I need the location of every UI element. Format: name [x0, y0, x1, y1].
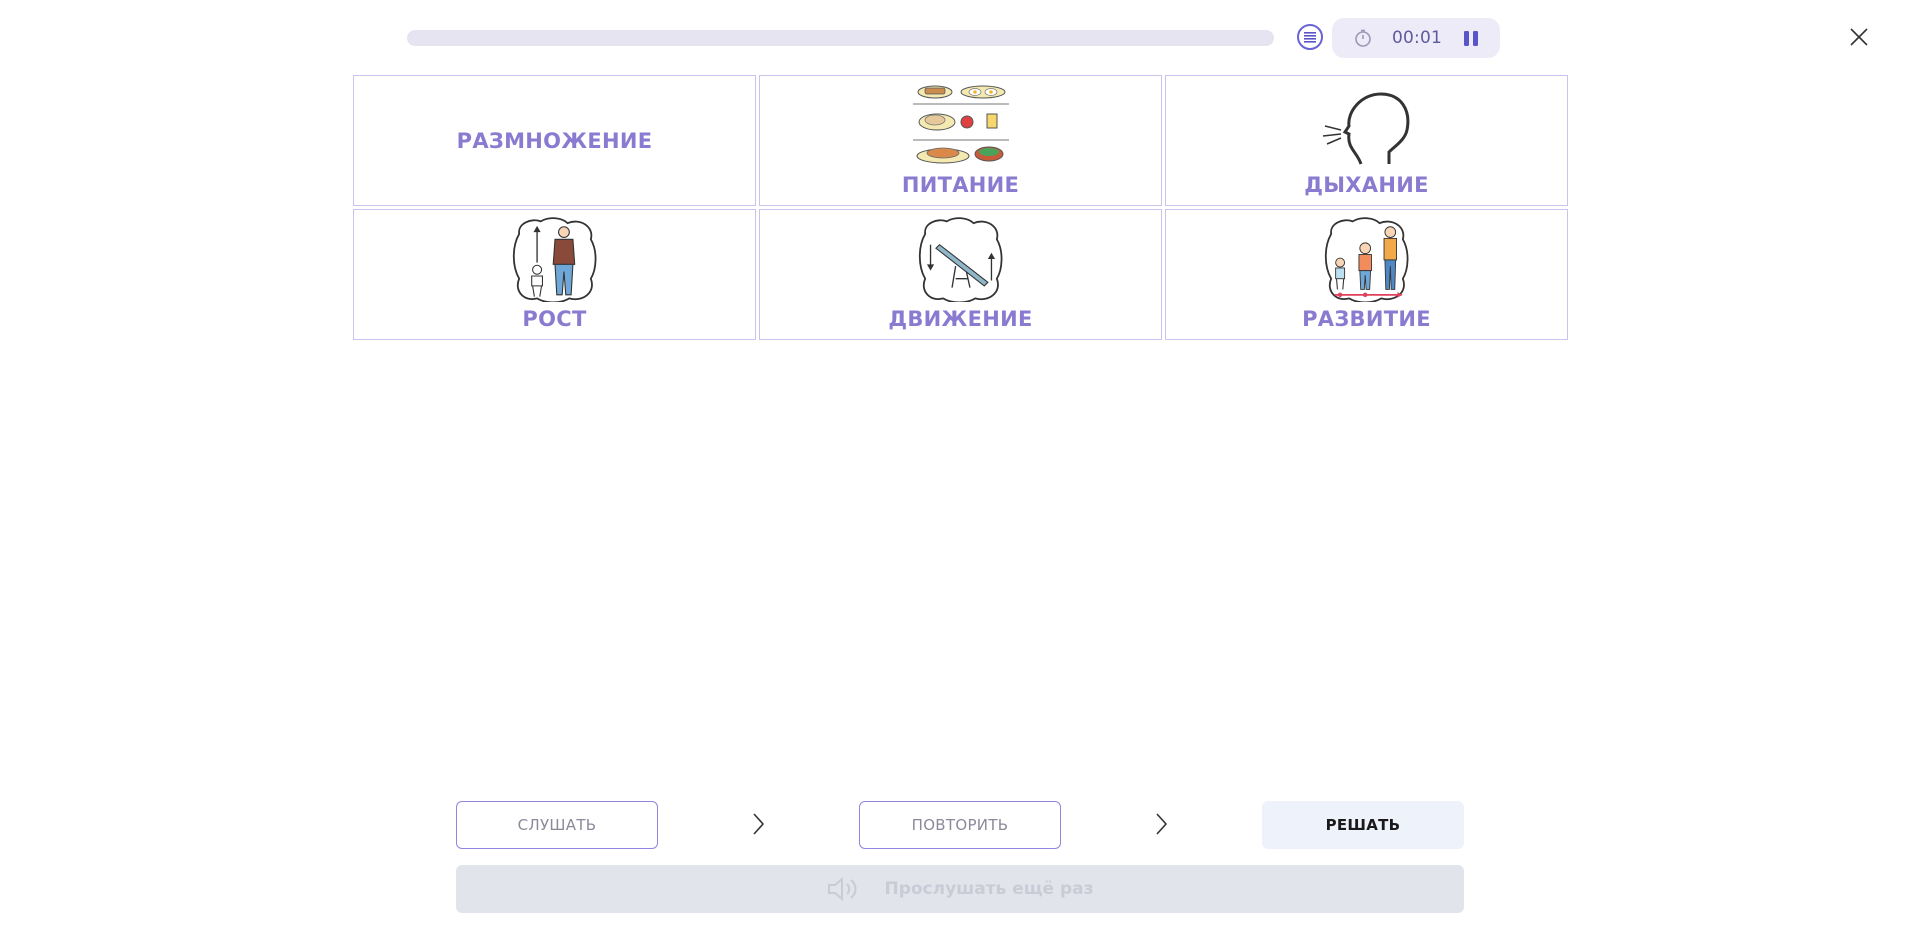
- food-icon: [912, 85, 1009, 164]
- list-icon: [1304, 32, 1316, 43]
- listen-button-label: СЛУШАТЬ: [517, 816, 597, 834]
- repeat-button[interactable]: ПОВТОРИТЬ: [859, 801, 1061, 849]
- answer-grid: РАЗМНОЖЕНИЕ ПИТАНИЕ ДЫХАНИЕ РОСТ ДВИЖЕНИ…: [353, 75, 1568, 342]
- card-reproduction[interactable]: РАЗМНОЖЕНИЕ: [353, 75, 756, 206]
- seesaw-icon: [918, 217, 1002, 302]
- development-icon: [1324, 217, 1408, 302]
- card-label: ДЫХАНИЕ: [1304, 173, 1429, 197]
- pause-icon[interactable]: [1460, 28, 1482, 48]
- timer: 00:01: [1332, 18, 1500, 58]
- chevron-right-icon: [753, 813, 765, 835]
- task-list-button[interactable]: [1297, 24, 1323, 50]
- card-development[interactable]: РАЗВИТИЕ: [1165, 209, 1568, 340]
- growth-icon: [512, 217, 596, 302]
- progress-bar: [407, 30, 1274, 46]
- card-label: ДВИЖЕНИЕ: [888, 307, 1033, 331]
- stopwatch-icon: [1355, 29, 1371, 47]
- card-growth[interactable]: РОСТ: [353, 209, 756, 340]
- solve-button-label: РЕШАТЬ: [1325, 816, 1401, 834]
- breathing-head-icon: [1322, 92, 1409, 165]
- card-movement[interactable]: ДВИЖЕНИЕ: [759, 209, 1162, 340]
- repeat-button-label: ПОВТОРИТЬ: [911, 816, 1009, 834]
- card-nutrition[interactable]: ПИТАНИЕ: [759, 75, 1162, 206]
- solve-button[interactable]: РЕШАТЬ: [1262, 801, 1464, 849]
- card-label: ПИТАНИЕ: [901, 173, 1020, 197]
- chevron-right-icon: [1156, 813, 1168, 835]
- card-label: РОСТ: [522, 307, 587, 331]
- card-label: РАЗВИТИЕ: [1302, 307, 1431, 331]
- card-label: РАЗМНОЖЕНИЕ: [456, 128, 653, 153]
- replay-button[interactable]: Прослушать ещё раз: [456, 865, 1464, 913]
- listen-button[interactable]: СЛУШАТЬ: [456, 801, 658, 849]
- timer-value: 00:01: [1392, 28, 1442, 48]
- close-icon[interactable]: [1848, 26, 1870, 48]
- card-breathing[interactable]: ДЫХАНИЕ: [1165, 75, 1568, 206]
- replay-label: Прослушать ещё раз: [884, 879, 1094, 899]
- speaker-icon: [828, 876, 857, 902]
